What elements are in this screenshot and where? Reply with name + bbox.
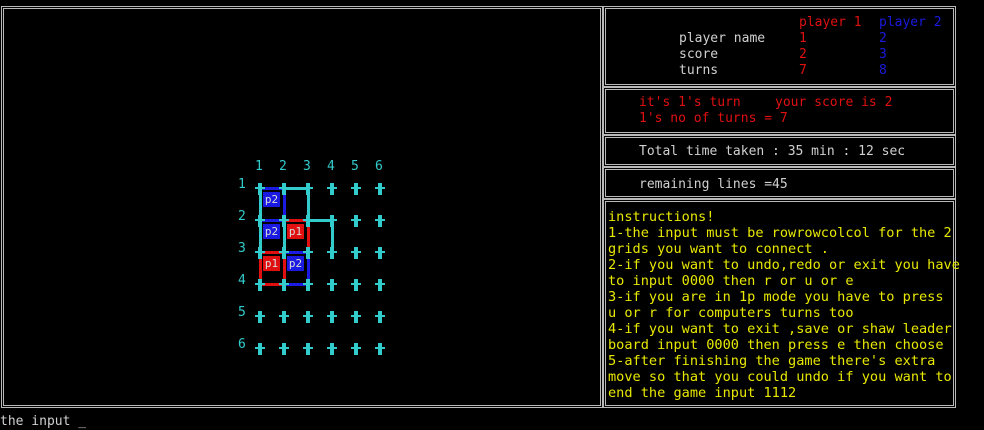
instruction-line: 2-if you want to undo,redo or exit you h…: [608, 257, 960, 273]
board-dot: [303, 247, 313, 259]
board-dot: [279, 183, 289, 195]
board-dot: [327, 279, 337, 291]
row-label: 4: [238, 273, 246, 288]
remaining-lines-panel: remaining lines =45: [603, 167, 956, 199]
score-text: your score is 2: [775, 95, 893, 110]
row-label-turns: turns: [679, 63, 719, 78]
turn-status-panel: it's 1's turn your score is 2 1's no of …: [603, 87, 956, 135]
instructions-panel: instructions! 1-the input must be rowrowc…: [603, 199, 960, 408]
game-board: 1 2 3 4 5 6 1 2 3 4 5 6 p2 p2 p1 p1 p2: [230, 155, 400, 355]
turns-count-text: 1's no of turns = 7: [639, 111, 788, 126]
instruction-line: end the game input 1112: [608, 385, 797, 401]
board-dot: [327, 247, 337, 259]
row-label: 6: [238, 337, 246, 352]
p2-name: 2: [879, 31, 887, 46]
board-dot: [375, 311, 385, 323]
claimed-box-p1: p1: [263, 256, 280, 271]
board-dot: [351, 215, 361, 227]
scoreboard-panel: player 1 player 2 player name 1 2 score …: [603, 6, 956, 87]
board-dot: [303, 279, 313, 291]
row-label-name: player name: [679, 31, 766, 46]
row-label: 3: [238, 241, 246, 256]
board-dot: [303, 215, 313, 227]
board-dot: [279, 279, 289, 291]
board-dot: [375, 183, 385, 195]
row-label: 1: [238, 177, 246, 192]
board-dot: [303, 343, 313, 355]
board-dot: [255, 183, 265, 195]
p1-turns: 7: [799, 63, 807, 78]
instruction-line: to input 0000 then r or u or e: [608, 273, 854, 289]
board-dot: [255, 215, 265, 227]
row-label: 2: [238, 209, 246, 224]
board-dot: [279, 311, 289, 323]
board-dot: [327, 215, 337, 227]
board-dot: [327, 183, 337, 195]
instruction-line: grids you want to connect .: [608, 241, 829, 257]
board-dot: [303, 311, 313, 323]
instruction-line: board input 0000 then press e then choos…: [608, 337, 944, 353]
column-label: 2: [279, 159, 287, 174]
p1-name: 1: [799, 31, 807, 46]
total-time-text: Total time taken : 35 min : 12 sec: [639, 144, 906, 159]
board-dot: [375, 215, 385, 227]
board-dot: [279, 215, 289, 227]
board-dot: [351, 311, 361, 323]
column-label: 6: [375, 159, 383, 174]
claimed-box-p2: p2: [263, 192, 280, 207]
turn-text: it's 1's turn: [639, 95, 741, 110]
instruction-line: 4-if you want to exit ,save or shaw lead…: [608, 321, 952, 337]
p2-turns: 8: [879, 63, 887, 78]
column-label: 5: [351, 159, 359, 174]
row-label-score: score: [679, 47, 719, 62]
board-dot: [327, 311, 337, 323]
board-dot: [255, 343, 265, 355]
remaining-lines-text: remaining lines =45: [639, 177, 788, 192]
instruction-line: 3-if you are in 1p mode you have to pres…: [608, 289, 944, 305]
instruction-line: move so that you could undo if you want …: [608, 369, 952, 385]
player2-header: player 2: [879, 15, 942, 30]
board-dot: [255, 279, 265, 291]
p2-score: 3: [879, 47, 887, 62]
column-label: 3: [303, 159, 311, 174]
instruction-line: 1-the input must be rowrowcolcol for the…: [608, 225, 952, 241]
board-dot: [351, 247, 361, 259]
board-dot: [327, 343, 337, 355]
board-dot: [303, 183, 313, 195]
time-panel: Total time taken : 35 min : 12 sec: [603, 135, 956, 167]
instruction-line: instructions!: [608, 209, 715, 225]
board-dot: [375, 279, 385, 291]
board-dot: [255, 311, 265, 323]
board-dot: [351, 183, 361, 195]
claimed-box-p2: p2: [263, 224, 280, 239]
claimed-box-p1: p1: [287, 224, 304, 239]
player1-header: player 1: [799, 15, 862, 30]
column-label: 1: [255, 159, 263, 174]
board-dot: [279, 247, 289, 259]
p1-score: 2: [799, 47, 807, 62]
board-dot: [351, 343, 361, 355]
instruction-line: 5-after finishing the game there's extra: [608, 353, 936, 369]
row-label: 5: [238, 305, 246, 320]
board-dot: [375, 343, 385, 355]
claimed-box-p2: p2: [287, 256, 304, 271]
board-dot: [375, 247, 385, 259]
instruction-line: u or r for computers turns too: [608, 305, 854, 321]
column-label: 4: [327, 159, 335, 174]
board-dot: [279, 343, 289, 355]
board-dot: [255, 247, 265, 259]
board-dot: [351, 279, 361, 291]
instructions-text: instructions! 1-the input must be rowrowc…: [608, 209, 960, 401]
